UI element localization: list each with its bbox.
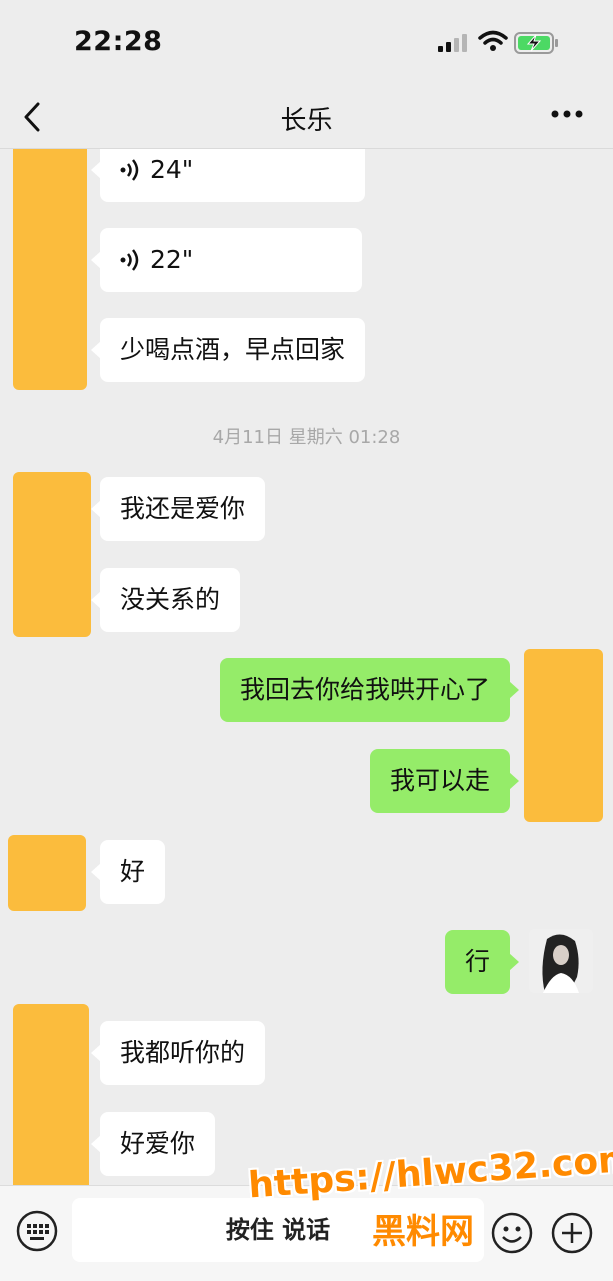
redacted-avatar	[13, 1004, 89, 1185]
status-time: 22:28	[74, 26, 163, 57]
message-bubble[interactable]: 我还是爱你	[90, 477, 266, 541]
chat-title: 长乐	[280, 106, 333, 136]
message-bubble[interactable]: 我可以走	[369, 749, 520, 813]
message-bubble[interactable]: 行	[444, 930, 520, 994]
voice-message[interactable]: 22"	[91, 228, 362, 292]
message-bubble[interactable]: 好爱你	[90, 1112, 216, 1176]
keyboard-icon[interactable]	[16, 1210, 58, 1252]
redacted-avatar	[13, 149, 87, 390]
message-list[interactable]: 24" 22" 少喝点酒，早点回家 4月11日 星期六 01:28 我还是爱你 …	[0, 149, 613, 1185]
redacted-avatar	[8, 835, 86, 911]
user-avatar[interactable]	[529, 929, 593, 993]
status-bar: 22:28	[0, 0, 613, 86]
wifi-icon	[478, 30, 508, 51]
cellular-signal-icon	[438, 34, 467, 52]
voice-duration: 22"	[150, 245, 194, 274]
message-bubble[interactable]: 我回去你给我哄开心了	[219, 658, 520, 722]
voice-message[interactable]: 24"	[91, 149, 365, 202]
message-bubble[interactable]: 我都听你的	[90, 1021, 266, 1085]
voice-wave-icon	[120, 159, 139, 181]
redacted-avatar	[13, 472, 91, 637]
chat-header: 长乐	[0, 86, 613, 149]
message-bubble[interactable]: 没关系的	[90, 568, 241, 632]
message-bubble[interactable]: 好	[90, 840, 166, 904]
voice-wave-icon	[120, 249, 139, 271]
watermark-name: 黑料网	[372, 1212, 474, 1252]
voice-duration: 24"	[150, 155, 194, 184]
battery-charging-icon	[514, 32, 558, 54]
message-timestamp: 4月11日 星期六 01:28	[212, 427, 401, 448]
more-options-icon[interactable]	[550, 108, 584, 120]
redacted-avatar	[524, 649, 603, 822]
plus-icon[interactable]	[551, 1212, 593, 1254]
message-bubble[interactable]: 少喝点酒，早点回家	[90, 318, 366, 382]
emoji-icon[interactable]	[491, 1212, 533, 1254]
